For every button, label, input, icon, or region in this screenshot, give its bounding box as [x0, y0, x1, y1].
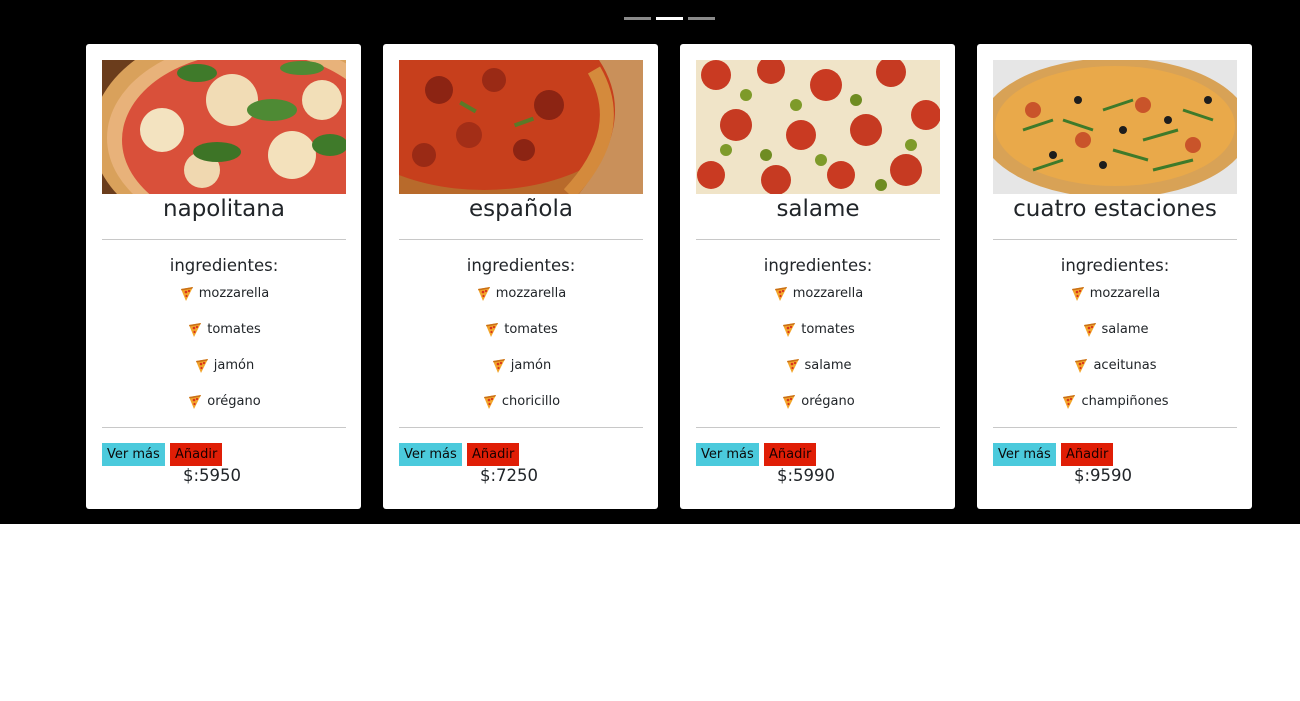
divider	[993, 239, 1237, 240]
view-more-button[interactable]: Ver más	[399, 443, 462, 466]
add-to-cart-button[interactable]: Añadir	[170, 443, 223, 466]
pizza-slice-icon	[189, 395, 202, 409]
ingredient-label: mozzarella	[495, 286, 567, 301]
pizza-slice-icon	[492, 359, 505, 373]
ingredient-item: mozzarella	[102, 284, 346, 320]
ingredient-item: tomates	[102, 320, 346, 356]
pizza-slice-icon	[1071, 287, 1084, 301]
ingredients-title: ingredientes:	[466, 256, 576, 275]
pizza-slice-icon	[1063, 395, 1076, 409]
product-name: cuatro estaciones	[1013, 196, 1217, 222]
ingredient-label: tomates	[207, 322, 261, 337]
ingredients-list: mozzarella salame aceitunas champiñones	[993, 284, 1237, 428]
pizza-slice-icon	[783, 323, 796, 337]
product-name: española	[469, 196, 573, 222]
carousel-indicator-3[interactable]	[688, 17, 715, 20]
pizza-espanola-photo	[399, 60, 643, 194]
product-name: salame	[776, 196, 860, 222]
pizza-slice-icon	[786, 359, 799, 373]
pizza-cuatro-estaciones-photo	[993, 60, 1237, 194]
ingredient-item: choricillo	[399, 392, 643, 428]
pizza-salame-photo	[696, 60, 940, 194]
product-name: napolitana	[163, 196, 285, 222]
ingredient-item: jamón	[102, 356, 346, 392]
pizza-slice-icon	[195, 359, 208, 373]
product-price: $:5990	[776, 466, 836, 485]
divider	[399, 427, 643, 428]
ingredient-label: mozzarella	[198, 286, 270, 301]
pizza-slice-icon	[774, 287, 787, 301]
view-more-button[interactable]: Ver más	[696, 443, 759, 466]
divider	[102, 427, 346, 428]
ingredient-label: salame	[804, 358, 852, 373]
ingredient-label: tomates	[801, 322, 855, 337]
product-price: $:5950	[182, 466, 242, 485]
pizza-slice-icon	[189, 323, 202, 337]
divider	[102, 239, 346, 240]
pizza-slice-icon	[783, 395, 796, 409]
ingredient-item: salame	[993, 320, 1237, 356]
ingredient-item: jamón	[399, 356, 643, 392]
ingredient-item: mozzarella	[993, 284, 1237, 320]
ingredient-label: mozzarella	[1089, 286, 1161, 301]
pizza-carousel: napolitana ingredientes: mozzarella toma…	[0, 0, 1300, 524]
ingredient-item: salame	[696, 356, 940, 392]
product-card-espanola: española ingredientes: mozzarella tomate…	[383, 44, 658, 509]
pizza-slice-icon	[180, 287, 193, 301]
carousel-indicator-1[interactable]	[624, 17, 651, 20]
ingredient-label: salame	[1101, 322, 1149, 337]
pizza-slice-icon	[1083, 323, 1096, 337]
ingredient-label: mozzarella	[792, 286, 864, 301]
pizza-slice-icon	[1075, 359, 1088, 373]
add-to-cart-button[interactable]: Añadir	[764, 443, 817, 466]
ingredients-title: ingredientes:	[1060, 256, 1170, 275]
ingredient-item: orégano	[102, 392, 346, 428]
ingredient-label: tomates	[504, 322, 558, 337]
add-to-cart-button[interactable]: Añadir	[1061, 443, 1114, 466]
ingredient-item: champiñones	[993, 392, 1237, 428]
pizza-napolitana-photo	[102, 60, 346, 194]
ingredient-item: mozzarella	[399, 284, 643, 320]
ingredient-label: aceitunas	[1093, 358, 1157, 373]
ingredients-title: ingredientes:	[169, 256, 279, 275]
ingredient-label: jamón	[510, 358, 552, 373]
carousel-indicator-2[interactable]	[656, 17, 683, 20]
ingredients-list: mozzarella tomates jamón choricillo	[399, 284, 643, 428]
divider	[399, 239, 643, 240]
divider	[696, 427, 940, 428]
ingredients-title: ingredientes:	[763, 256, 873, 275]
pizza-slice-icon	[486, 323, 499, 337]
divider	[696, 239, 940, 240]
ingredient-label: champiñones	[1081, 394, 1169, 409]
ingredient-label: choricillo	[501, 394, 561, 409]
product-price: $:7250	[479, 466, 539, 485]
ingredient-item: aceitunas	[993, 356, 1237, 392]
ingredient-label: jamón	[213, 358, 255, 373]
product-price: $:9590	[1073, 466, 1133, 485]
ingredients-list: mozzarella tomates jamón orégano	[102, 284, 346, 428]
pizza-slice-icon	[483, 395, 496, 409]
ingredients-list: mozzarella tomates salame orégano	[696, 284, 940, 428]
ingredient-label: orégano	[801, 394, 855, 409]
view-more-button[interactable]: Ver más	[993, 443, 1056, 466]
ingredient-item: mozzarella	[696, 284, 940, 320]
pizza-slice-icon	[477, 287, 490, 301]
product-card-cuatro-estaciones: cuatro estaciones ingredientes: mozzarel…	[977, 44, 1252, 509]
view-more-button[interactable]: Ver más	[102, 443, 165, 466]
product-card-salame: salame ingredientes: mozzarella tomates …	[680, 44, 955, 509]
carousel-indicators	[624, 17, 715, 20]
ingredient-label: orégano	[207, 394, 261, 409]
ingredient-item: orégano	[696, 392, 940, 428]
product-card-napolitana: napolitana ingredientes: mozzarella toma…	[86, 44, 361, 509]
ingredient-item: tomates	[399, 320, 643, 356]
add-to-cart-button[interactable]: Añadir	[467, 443, 520, 466]
divider	[993, 427, 1237, 428]
ingredient-item: tomates	[696, 320, 940, 356]
